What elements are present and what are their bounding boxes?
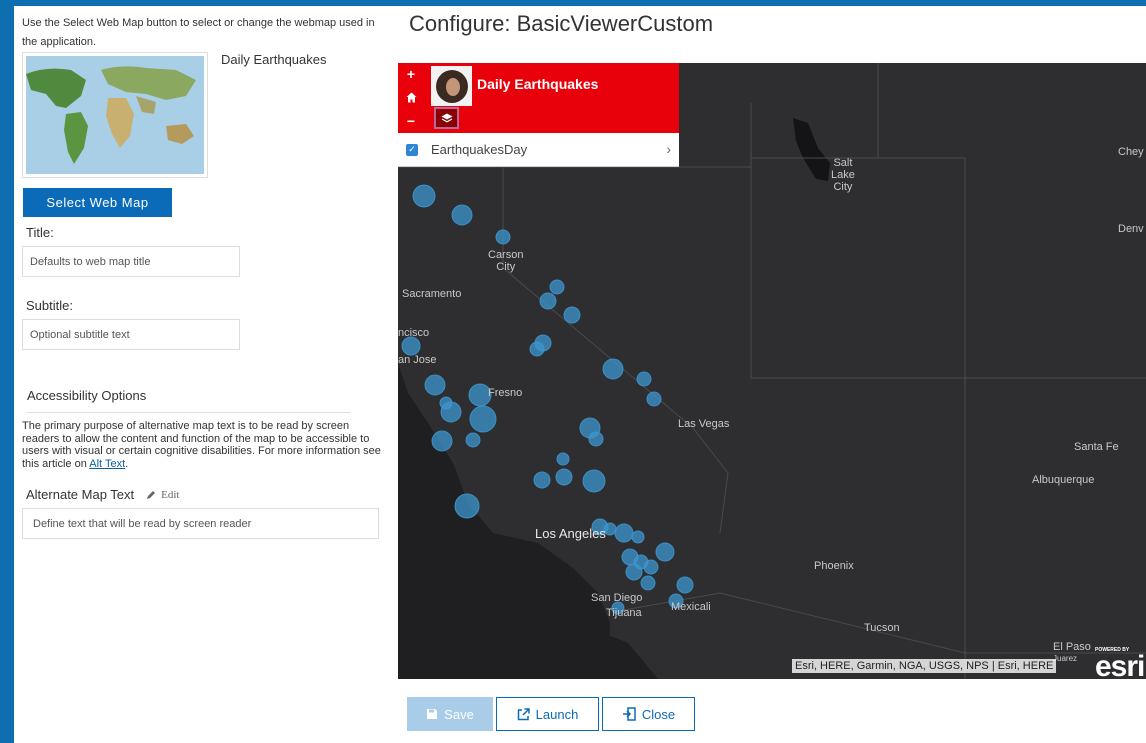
pencil-icon <box>147 490 156 499</box>
city-label: Santa Fe <box>1074 441 1119 453</box>
layers-icon <box>441 113 452 122</box>
accessibility-options-heading: Accessibility Options <box>27 388 350 413</box>
city-label: Albuquerque <box>1032 474 1095 486</box>
layer-name: EarthquakesDay <box>431 142 528 157</box>
city-label: Los Angeles <box>535 526 606 541</box>
city-label: Chey <box>1118 146 1144 158</box>
intro-text: Use the Select Web Map button to select … <box>22 17 375 48</box>
webmap-name: Daily Earthquakes <box>221 52 327 67</box>
home-icon <box>406 92 416 103</box>
city-label: ncisco <box>398 327 430 339</box>
save-label: Save <box>444 706 474 722</box>
city-label: Tijuana <box>606 607 642 619</box>
period: . <box>125 457 129 470</box>
zoom-in-button[interactable]: + <box>404 67 418 81</box>
city-label: Las Vegas <box>678 418 730 430</box>
city-label: Carson City <box>488 249 524 273</box>
zoom-controls: + − <box>398 63 424 133</box>
home-button[interactable] <box>404 91 418 105</box>
alt-map-text-label: Alternate Map Text <box>26 487 135 502</box>
edit-label: Edit <box>161 488 180 501</box>
city-label: Fresno <box>488 387 523 399</box>
map-panel-title: Daily Earthquakes <box>477 76 599 92</box>
accessibility-text: The primary purpose of alternative map t… <box>22 420 381 470</box>
title-label: Title: <box>26 225 54 240</box>
subtitle-input[interactable]: Optional subtitle text <box>22 319 240 350</box>
title-input[interactable]: Defaults to web map title <box>22 246 240 277</box>
city-label: Juarez <box>1053 654 1078 663</box>
city-label: Salt Lake City <box>831 157 855 193</box>
select-web-map-button[interactable]: Select Web Map <box>23 188 172 217</box>
layer-list-item[interactable]: ✓ EarthquakesDay › <box>398 133 679 167</box>
settings-panel: Use the Select Web Map button to select … <box>14 6 394 743</box>
city-label: El Paso <box>1053 641 1091 653</box>
esri-logo[interactable]: esri <box>1095 650 1145 679</box>
layer-visibility-checkbox[interactable]: ✓ <box>406 143 418 156</box>
city-label: Mexicali <box>671 601 711 613</box>
map-preview[interactable]: Chey Salt Lake City Denv Carson City Sac… <box>398 63 1146 679</box>
alt-text-link[interactable]: Alt Text <box>89 458 125 470</box>
save-icon <box>427 709 438 719</box>
chevron-right-icon[interactable]: › <box>666 141 671 157</box>
page-title: Configure: BasicViewerCustom <box>409 11 714 36</box>
alt-map-text-input[interactable]: Define text that will be read by screen … <box>22 508 379 539</box>
zoom-out-button[interactable]: − <box>404 114 418 128</box>
save-button[interactable]: Save <box>407 697 493 731</box>
map-attribution: Esri, HERE, Garmin, NGA, USGS, NPS | Esr… <box>792 659 1057 673</box>
city-label: Phoenix <box>814 560 854 572</box>
close-icon <box>622 707 636 721</box>
close-button[interactable]: Close <box>602 697 695 731</box>
edit-button[interactable]: Edit <box>146 488 180 501</box>
configure-dialog: Use the Select Web Map button to select … <box>14 6 1146 743</box>
city-label: Sacramento <box>402 288 462 300</box>
subtitle-label: Subtitle: <box>26 298 73 313</box>
map-title-panel: + − Daily Earthquakes <box>398 63 679 133</box>
launch-icon <box>517 707 530 720</box>
avatar <box>431 66 472 106</box>
world-map-thumbnail <box>26 56 204 174</box>
city-label: an Jose <box>398 354 437 366</box>
layers-button[interactable] <box>434 107 459 129</box>
close-label: Close <box>641 706 676 722</box>
city-label: San Diego <box>591 592 643 604</box>
city-label: Tucson <box>864 622 900 634</box>
alt-map-text-row: Alternate Map Text Edit <box>26 487 180 502</box>
accessibility-description: The primary purpose of alternative map t… <box>22 420 382 470</box>
city-label: Denv <box>1118 223 1144 235</box>
launch-button[interactable]: Launch <box>496 697 599 731</box>
webmap-thumbnail <box>22 52 208 178</box>
launch-label: Launch <box>535 706 579 722</box>
